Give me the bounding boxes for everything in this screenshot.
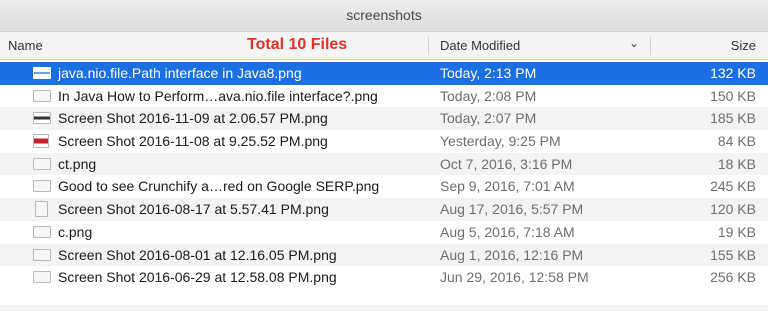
- file-row[interactable]: Screen Shot 2016-08-17 at 5.57.41 PM.png…: [0, 198, 768, 221]
- file-date-modified: Today, 2:07 PM: [440, 110, 537, 127]
- file-size: 185 KB: [710, 110, 756, 127]
- file-row[interactable]: ct.png Oct 7, 2016, 3:16 PM 18 KB: [0, 152, 768, 176]
- file-size: 18 KB: [717, 155, 756, 172]
- image-thumbnail-icon: [33, 134, 49, 149]
- file-size: 84 KB: [717, 133, 756, 150]
- file-name: c.png: [58, 223, 93, 240]
- image-thumbnail-icon: [33, 112, 51, 125]
- file-size: 245 KB: [710, 178, 756, 195]
- file-name: In Java How to Perform…ava.nio.file inte…: [58, 87, 378, 104]
- file-row[interactable]: In Java How to Perform…ava.nio.file inte…: [0, 85, 768, 108]
- file-name: ct.png: [58, 155, 97, 172]
- file-name: Screen Shot 2016-11-09 at 2.06.57 PM.png: [58, 110, 328, 127]
- document-icon: [35, 201, 48, 218]
- file-name: Screen Shot 2016-06-29 at 12.58.08 PM.pn…: [58, 269, 337, 286]
- list-footer-stripe: [0, 305, 768, 311]
- file-name: Screen Shot 2016-08-01 at 12.16.05 PM.pn…: [58, 246, 337, 263]
- file-date-modified: Aug 1, 2016, 12:16 PM: [440, 246, 584, 263]
- window-titlebar[interactable]: screenshots: [0, 0, 768, 32]
- image-thumbnail-icon: [33, 180, 51, 193]
- image-thumbnail-icon: [33, 248, 51, 261]
- image-thumbnail-icon: [33, 225, 51, 238]
- file-size: 19 KB: [717, 223, 756, 240]
- file-row[interactable]: Screen Shot 2016-11-08 at 9.25.52 PM.png…: [0, 130, 768, 153]
- file-size: 150 KB: [710, 87, 756, 104]
- file-date-modified: Aug 5, 2016, 7:18 AM: [440, 223, 575, 240]
- file-name: Screen Shot 2016-11-08 at 9.25.52 PM.png: [58, 133, 328, 150]
- column-header-size[interactable]: Size: [731, 38, 756, 53]
- file-date-modified: Today, 2:08 PM: [440, 87, 537, 104]
- file-name: java.nio.file.Path interface in Java8.pn…: [58, 65, 302, 81]
- file-row[interactable]: Screen Shot 2016-08-01 at 12.16.05 PM.pn…: [0, 243, 768, 267]
- file-row[interactable]: c.png Aug 5, 2016, 7:18 AM 19 KB: [0, 221, 768, 244]
- file-date-modified: Oct 7, 2016, 3:16 PM: [440, 155, 573, 172]
- file-date-modified: Today, 2:13 PM: [440, 65, 537, 81]
- file-size: 155 KB: [710, 246, 756, 263]
- file-count-annotation: Total 10 Files: [247, 36, 348, 53]
- file-size: 120 KB: [710, 201, 756, 218]
- file-date-modified: Jun 29, 2016, 12:58 PM: [440, 269, 589, 286]
- window-title: screenshots: [346, 7, 422, 23]
- file-row[interactable]: Good to see Crunchify a…red on Google SE…: [0, 175, 768, 198]
- column-divider[interactable]: [650, 37, 651, 55]
- image-thumbnail-icon: [33, 271, 51, 284]
- column-header-name[interactable]: Name: [8, 38, 43, 53]
- file-row[interactable]: java.nio.file.Path interface in Java8.pn…: [0, 62, 768, 85]
- file-size: 132 KB: [710, 65, 756, 81]
- file-list: java.nio.file.Path interface in Java8.pn…: [0, 62, 768, 289]
- column-header: Name Total 10 Files Date Modified ⌄ Size: [0, 32, 768, 60]
- file-date-modified: Sep 9, 2016, 7:01 AM: [440, 178, 575, 195]
- file-row[interactable]: Screen Shot 2016-11-09 at 2.06.57 PM.png…: [0, 107, 768, 131]
- file-date-modified: Yesterday, 9:25 PM: [440, 133, 561, 150]
- image-thumbnail-icon: [33, 157, 51, 170]
- column-divider[interactable]: [428, 37, 429, 55]
- image-thumbnail-icon: [33, 89, 51, 102]
- chevron-down-icon[interactable]: ⌄: [629, 36, 639, 50]
- file-name: Screen Shot 2016-08-17 at 5.57.41 PM.png: [58, 201, 329, 218]
- column-header-date-modified[interactable]: Date Modified: [440, 38, 520, 53]
- image-thumbnail-icon: [33, 67, 51, 79]
- file-name: Good to see Crunchify a…red on Google SE…: [58, 178, 380, 195]
- file-size: 256 KB: [710, 269, 756, 286]
- file-date-modified: Aug 17, 2016, 5:57 PM: [440, 201, 584, 218]
- file-row[interactable]: Screen Shot 2016-06-29 at 12.58.08 PM.pn…: [0, 266, 768, 289]
